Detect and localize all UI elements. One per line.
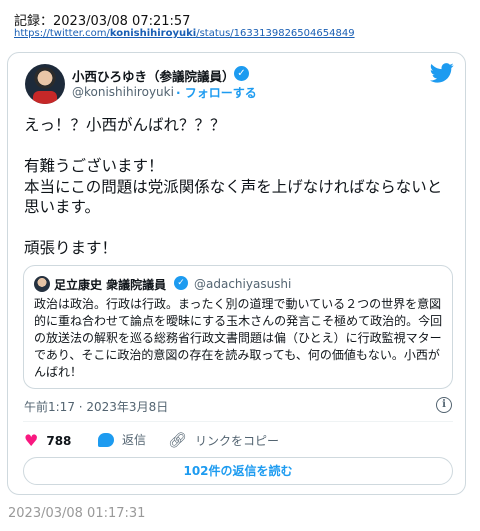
author-name[interactable]: 小西ひろゆき（参議院議員） — [72, 66, 235, 85]
tweet-card: 小西ひろゆき（参議院議員） ✓ @konishihiroyuki · フォローす… — [7, 52, 466, 495]
quoted-author-handle: @adachiyasushi — [194, 277, 292, 291]
follow-button[interactable]: · フォローする — [176, 84, 257, 101]
divider — [23, 421, 453, 422]
url-suffix: /status/1633139826504654849 — [196, 28, 355, 39]
record-label: 記録：2023/03/08 07:21:57 — [14, 14, 191, 29]
tweet-timestamp[interactable]: 午前1:17 · 2023年3月8日 — [24, 398, 168, 415]
reply-icon — [98, 432, 114, 447]
info-icon[interactable]: i — [436, 397, 452, 413]
reply-label: 返信 — [122, 433, 147, 447]
like-button[interactable]: ♥ 788 — [24, 431, 71, 451]
copy-link-button[interactable]: 🔗︎ リンクをコピー — [168, 431, 279, 449]
tweet-url-link[interactable]: https://twitter.com/konishihiroyuki/stat… — [14, 28, 355, 39]
quoted-avatar — [34, 276, 50, 292]
read-replies-button[interactable]: 102件の返信を読む — [23, 457, 453, 485]
verified-badge-icon: ✓ — [174, 276, 188, 290]
author-handle[interactable]: @konishihiroyuki — [72, 85, 174, 99]
quoted-tweet[interactable]: 足立康史 衆議院議員 ✓ @adachiyasushi 政治は政治。行政は行政。… — [23, 265, 453, 389]
link-icon: 🔗︎ — [168, 431, 188, 449]
action-bar: ♥ 788 返信 🔗︎ リンクをコピー — [24, 431, 454, 451]
url-user: konishihiroyuki — [109, 28, 197, 39]
twitter-logo-icon[interactable] — [430, 63, 454, 83]
footer-timestamp: 2023/03/08 01:17:31 — [8, 506, 146, 521]
avatar[interactable] — [25, 64, 65, 104]
quoted-author-name: 足立康史 衆議院議員 — [54, 278, 167, 292]
url-prefix: https://twitter.com/ — [14, 28, 110, 39]
heart-icon: ♥ — [24, 431, 39, 450]
quoted-tweet-text: 政治は政治。行政は行政。まったく別の道理で動いている２つの世界を意図的に重ね合わ… — [34, 297, 443, 379]
tweet-text: えっ！？小西がんばれ？？？ 有難うございます！ 本当にこの問題は党派関係なく声を… — [24, 116, 443, 257]
like-count: 788 — [46, 434, 72, 448]
copy-link-label: リンクをコピー — [195, 433, 280, 448]
verified-badge-icon: ✓ — [234, 66, 249, 81]
reply-button[interactable]: 返信 — [98, 431, 146, 448]
